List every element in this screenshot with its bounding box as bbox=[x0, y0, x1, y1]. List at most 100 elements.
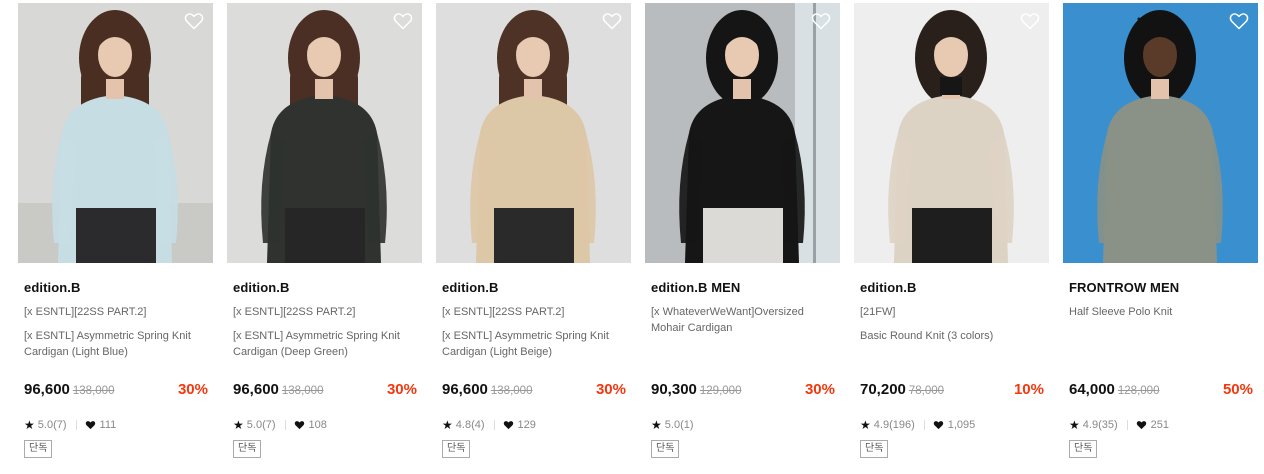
product-name[interactable]: Half Sleeve Polo Knit bbox=[1069, 304, 1255, 320]
brand-name[interactable]: FRONTROW MEN bbox=[1069, 280, 1179, 295]
likes-count: 251 bbox=[1150, 419, 1169, 431]
rating-value: 5.0 bbox=[246, 419, 263, 431]
product-photo bbox=[436, 3, 631, 263]
exclusive-badge: 단독 bbox=[24, 440, 53, 458]
sale-price: 96,600 bbox=[233, 381, 279, 398]
exclusive-badge: 단독 bbox=[860, 440, 889, 458]
product-image[interactable] bbox=[18, 3, 213, 263]
review-count: (7) bbox=[53, 419, 67, 431]
product-card[interactable]: edition.B [x ESNTL][22SS PART.2] [x ESNTL]… bbox=[436, 3, 631, 471]
likes-heart-icon bbox=[933, 420, 944, 430]
price-row: 96,600 138,000 30% bbox=[442, 381, 628, 401]
star-icon: ★ bbox=[860, 418, 871, 432]
original-price: 78,000 bbox=[908, 385, 945, 397]
exclusive-badge: 단독 bbox=[442, 440, 471, 458]
product-name[interactable]: [x ESNTL] Asymmetric Spring Knit Cardiga… bbox=[24, 328, 210, 360]
divider bbox=[284, 420, 286, 430]
brand-name[interactable]: edition.B bbox=[442, 280, 499, 295]
star-icon: ★ bbox=[24, 418, 35, 432]
original-price: 128,000 bbox=[1117, 385, 1160, 397]
product-grid: edition.B [x ESNTL][22SS PART.2] [x ESNTL]… bbox=[0, 0, 1264, 474]
exclusive-badge: 단독 bbox=[651, 440, 680, 458]
sale-price: 96,600 bbox=[24, 381, 70, 398]
wishlist-heart-icon[interactable] bbox=[393, 12, 413, 30]
discount-rate: 10% bbox=[1013, 381, 1044, 398]
original-price: 138,000 bbox=[72, 385, 115, 397]
wishlist-heart-icon[interactable] bbox=[1229, 12, 1249, 30]
exclusive-badge: 단독 bbox=[233, 440, 262, 458]
original-price: 138,000 bbox=[490, 385, 533, 397]
product-image[interactable] bbox=[645, 3, 840, 263]
review-count: (4) bbox=[471, 419, 485, 431]
product-stats: ★ 5.0 (7) 108 bbox=[233, 417, 327, 433]
product-card[interactable]: edition.B [21FW] Basic Round Knit (3 color… bbox=[854, 3, 1049, 471]
product-stats: ★ 4.9 (35) 251 bbox=[1069, 417, 1169, 433]
product-name[interactable]: [x WhateverWeWant]Oversized Mohair Cardi… bbox=[651, 304, 837, 336]
price-row: 90,300 129,000 30% bbox=[651, 381, 837, 401]
discount-rate: 30% bbox=[177, 381, 208, 398]
likes-heart-icon bbox=[503, 420, 514, 430]
discount-rate: 30% bbox=[595, 381, 626, 398]
review-count: (7) bbox=[262, 419, 276, 431]
product-image[interactable] bbox=[436, 3, 631, 263]
product-name[interactable]: Basic Round Knit (3 colors) bbox=[860, 328, 1046, 344]
price-row: 96,600 138,000 30% bbox=[24, 381, 210, 401]
product-photo bbox=[227, 3, 422, 263]
original-price: 138,000 bbox=[281, 385, 324, 397]
price-row: 70,200 78,000 10% bbox=[860, 381, 1046, 401]
rating-value: 4.9 bbox=[873, 419, 890, 431]
brand-name[interactable]: edition.B bbox=[24, 280, 81, 295]
product-card[interactable]: edition.B [x ESNTL][22SS PART.2] [x ESNTL]… bbox=[18, 3, 213, 471]
brand-name[interactable]: edition.B bbox=[233, 280, 290, 295]
product-stats: ★ 5.0 (1) bbox=[651, 417, 694, 433]
product-card[interactable]: edition.B [x ESNTL][22SS PART.2] [x ESNTL]… bbox=[227, 3, 422, 471]
likes-heart-icon bbox=[294, 420, 305, 430]
product-image[interactable] bbox=[854, 3, 1049, 263]
product-subtitle: [21FW] bbox=[860, 306, 896, 318]
rating-value: 4.8 bbox=[455, 419, 472, 431]
discount-rate: 30% bbox=[804, 381, 835, 398]
wishlist-heart-icon[interactable] bbox=[811, 12, 831, 30]
product-card[interactable]: edition.B MEN [x WhateverWeWant]Oversized… bbox=[645, 3, 840, 471]
product-stats: ★ 4.9 (196) 1,095 bbox=[860, 417, 975, 433]
sale-price: 64,000 bbox=[1069, 381, 1115, 398]
product-stats: ★ 5.0 (7) 111 bbox=[24, 417, 116, 433]
likes-heart-icon bbox=[85, 420, 96, 430]
discount-rate: 50% bbox=[1222, 381, 1253, 398]
wishlist-heart-icon[interactable] bbox=[184, 12, 204, 30]
exclusive-badge: 단독 bbox=[1069, 440, 1098, 458]
likes-count: 129 bbox=[517, 419, 536, 431]
product-image[interactable] bbox=[1063, 3, 1258, 263]
product-name[interactable]: [x ESNTL] Asymmetric Spring Knit Cardiga… bbox=[442, 328, 628, 360]
product-image[interactable] bbox=[227, 3, 422, 263]
review-count: (196) bbox=[889, 419, 915, 431]
star-icon: ★ bbox=[442, 418, 453, 432]
likes-count: 111 bbox=[99, 419, 117, 431]
sale-price: 90,300 bbox=[651, 381, 697, 398]
product-name[interactable]: [x ESNTL] Asymmetric Spring Knit Cardiga… bbox=[233, 328, 419, 360]
product-card[interactable]: FRONTROW MEN Half Sleeve Polo Knit 64,000 1… bbox=[1063, 3, 1258, 471]
wishlist-heart-icon[interactable] bbox=[1020, 12, 1040, 30]
price-row: 96,600 138,000 30% bbox=[233, 381, 419, 401]
rating-value: 5.0 bbox=[37, 419, 54, 431]
product-stats: ★ 4.8 (4) 129 bbox=[442, 417, 536, 433]
review-count: (1) bbox=[680, 419, 694, 431]
star-icon: ★ bbox=[651, 418, 662, 432]
star-icon: ★ bbox=[233, 418, 244, 432]
divider bbox=[1126, 420, 1128, 430]
brand-name[interactable]: edition.B bbox=[860, 280, 917, 295]
divider bbox=[75, 420, 77, 430]
divider bbox=[493, 420, 495, 430]
product-photo bbox=[1063, 3, 1258, 263]
product-photo bbox=[18, 3, 213, 263]
divider bbox=[923, 420, 925, 430]
sale-price: 70,200 bbox=[860, 381, 906, 398]
sale-price: 96,600 bbox=[442, 381, 488, 398]
review-count: (35) bbox=[1098, 419, 1118, 431]
original-price: 129,000 bbox=[699, 385, 742, 397]
wishlist-heart-icon[interactable] bbox=[602, 12, 622, 30]
likes-heart-icon bbox=[1136, 420, 1147, 430]
likes-count: 1,095 bbox=[947, 419, 976, 431]
brand-name[interactable]: edition.B MEN bbox=[651, 280, 740, 295]
product-subtitle: [x ESNTL][22SS PART.2] bbox=[24, 306, 147, 318]
